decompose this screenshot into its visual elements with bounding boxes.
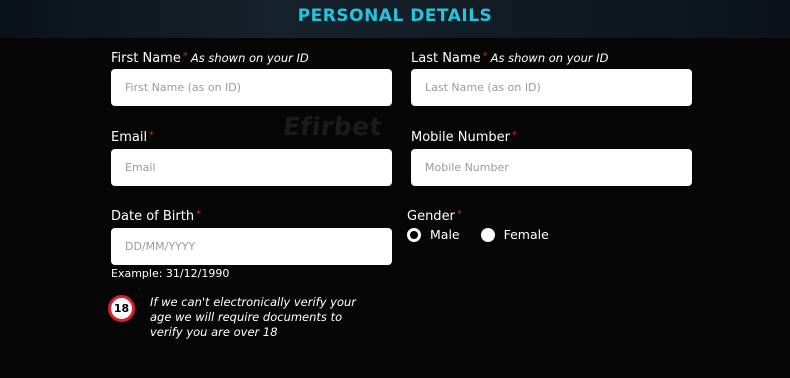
gender-option-male[interactable]: Male (407, 227, 460, 242)
last-name-input[interactable] (411, 69, 692, 106)
gender-label-text: Gender (407, 209, 455, 224)
first-name-input[interactable] (111, 69, 392, 106)
page-title: PERSONAL DETAILS (297, 6, 493, 26)
email-input[interactable] (111, 149, 392, 186)
required-mark: * (456, 209, 462, 220)
radio-male-label: Male (430, 227, 460, 242)
mobile-label: Mobile Number * (411, 130, 517, 145)
mobile-label-text: Mobile Number (411, 130, 510, 145)
dob-label: Date of Birth * (111, 209, 201, 224)
required-mark: * (182, 51, 188, 62)
watermark-logo: Efirbet (281, 112, 384, 141)
radio-female[interactable] (480, 227, 495, 242)
last-name-label: Last Name * As shown on your ID (411, 51, 609, 66)
gender-option-female[interactable]: Female (480, 227, 549, 242)
required-mark: * (196, 209, 202, 220)
age-18-icon: 18 (108, 295, 135, 322)
radio-female-label: Female (503, 227, 549, 242)
first-name-label: First Name * As shown on your ID (111, 51, 309, 66)
last-name-hint: As shown on your ID (490, 51, 609, 65)
gender-label: Gender * (407, 209, 462, 224)
page-header: PERSONAL DETAILS (0, 0, 790, 38)
required-mark: * (482, 51, 488, 62)
dob-label-text: Date of Birth (111, 209, 195, 224)
email-label-text: Email (111, 130, 148, 145)
required-mark: * (512, 130, 517, 141)
required-mark: * (149, 130, 155, 141)
gender-radio-group: Male Female (407, 227, 570, 242)
dob-input[interactable] (111, 228, 392, 265)
dob-example: Example: 31/12/1990 (111, 267, 230, 280)
email-label: Email * (111, 130, 154, 145)
radio-male[interactable] (407, 227, 421, 242)
first-name-label-text: First Name (111, 51, 181, 66)
age-verification-notice: If we can't electronically verify your a… (150, 295, 357, 339)
first-name-hint: As shown on your ID (190, 51, 309, 65)
mobile-input[interactable] (411, 149, 692, 186)
last-name-label-text: Last Name (411, 51, 481, 66)
